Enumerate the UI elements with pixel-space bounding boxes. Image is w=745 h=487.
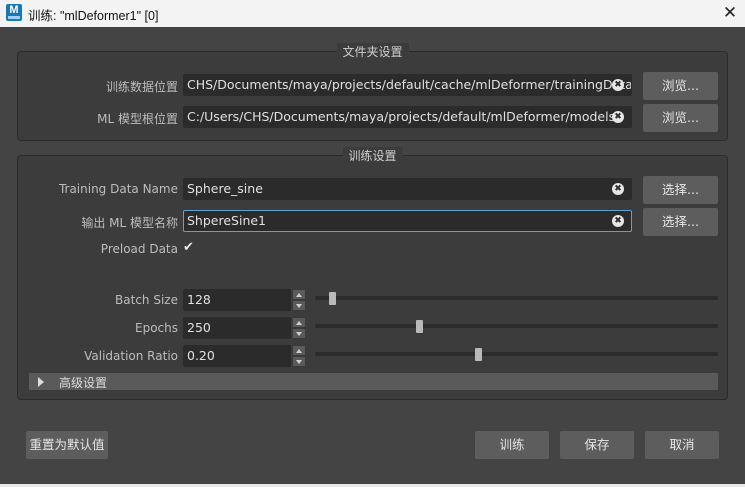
reset-defaults-button[interactable]: 重置为默认值 — [26, 431, 108, 459]
preload-data-label: Preload Data — [100, 242, 178, 256]
increment-icon[interactable] — [292, 317, 306, 328]
preload-data-checkbox[interactable]: ✔ — [183, 240, 194, 255]
advanced-settings-label: 高级设置 — [59, 376, 108, 390]
batch-size-stepper[interactable] — [292, 289, 306, 311]
validation-ratio-stepper[interactable] — [292, 345, 306, 367]
output-model-name-label: 输出 ML 模型名称 — [81, 216, 178, 230]
batch-size-label: Batch Size — [115, 293, 178, 307]
increment-icon[interactable] — [292, 289, 306, 300]
training-data-location-field[interactable]: CHS/Documents/maya/projects/default/cach… — [183, 74, 632, 96]
validation-ratio-slider-handle[interactable] — [475, 348, 483, 361]
training-data-name-label: Training Data Name — [58, 182, 178, 196]
clear-training-data-name-icon[interactable]: ✖ — [612, 183, 624, 195]
training-data-name-field[interactable]: Sphere_sine — [183, 178, 632, 200]
expand-arrow-icon[interactable] — [38, 377, 44, 387]
title-bar: M 训练: "mlDeformer1" [0] ✕ — [0, 0, 745, 27]
folder-settings-title: 文件夹设置 — [336, 43, 409, 60]
decrement-icon[interactable] — [292, 328, 306, 339]
select-output-model-button[interactable]: 选择... — [643, 208, 718, 236]
epochs-label: Epochs — [135, 321, 178, 335]
training-settings-title: 训练设置 — [342, 147, 403, 164]
decrement-icon[interactable] — [292, 300, 306, 311]
decrement-icon[interactable] — [292, 356, 306, 367]
cancel-button[interactable]: 取消 — [645, 431, 719, 459]
maya-app-icon: M — [6, 4, 22, 21]
batch-size-slider[interactable] — [315, 296, 718, 300]
increment-icon[interactable] — [292, 345, 306, 356]
validation-ratio-input[interactable]: 0.20 — [183, 345, 291, 367]
output-model-name-field[interactable]: ShpereSine1 — [183, 210, 632, 232]
train-button[interactable]: 训练 — [475, 431, 549, 459]
close-icon[interactable]: ✕ — [715, 0, 745, 27]
epochs-slider[interactable] — [315, 324, 718, 328]
clear-training-data-location-icon[interactable]: ✖ — [612, 79, 624, 91]
advanced-settings-header[interactable]: 高级设置 — [29, 373, 718, 390]
save-button[interactable]: 保存 — [560, 431, 634, 459]
epochs-input[interactable]: 250 — [183, 317, 291, 339]
model-root-location-label: ML 模型根位置 — [97, 112, 178, 126]
window-title: 训练: "mlDeformer1" [0] — [28, 9, 159, 23]
batch-size-input[interactable]: 128 — [183, 289, 291, 311]
browse-training-data-button[interactable]: 浏览... — [643, 72, 718, 100]
validation-ratio-slider[interactable] — [315, 352, 718, 356]
batch-size-slider-handle[interactable] — [328, 292, 336, 305]
training-data-location-label: 训练数据位置 — [105, 80, 178, 94]
clear-model-root-location-icon[interactable]: ✖ — [612, 111, 624, 123]
epochs-slider-handle[interactable] — [416, 320, 423, 333]
clear-output-model-name-icon[interactable]: ✖ — [612, 215, 624, 227]
epochs-stepper[interactable] — [292, 317, 306, 339]
validation-ratio-label: Validation Ratio — [84, 349, 178, 363]
select-training-data-button[interactable]: 选择... — [643, 176, 718, 204]
model-root-location-field[interactable]: C:/Users/CHS/Documents/maya/projects/def… — [183, 106, 632, 128]
browse-model-root-button[interactable]: 浏览... — [643, 104, 718, 132]
